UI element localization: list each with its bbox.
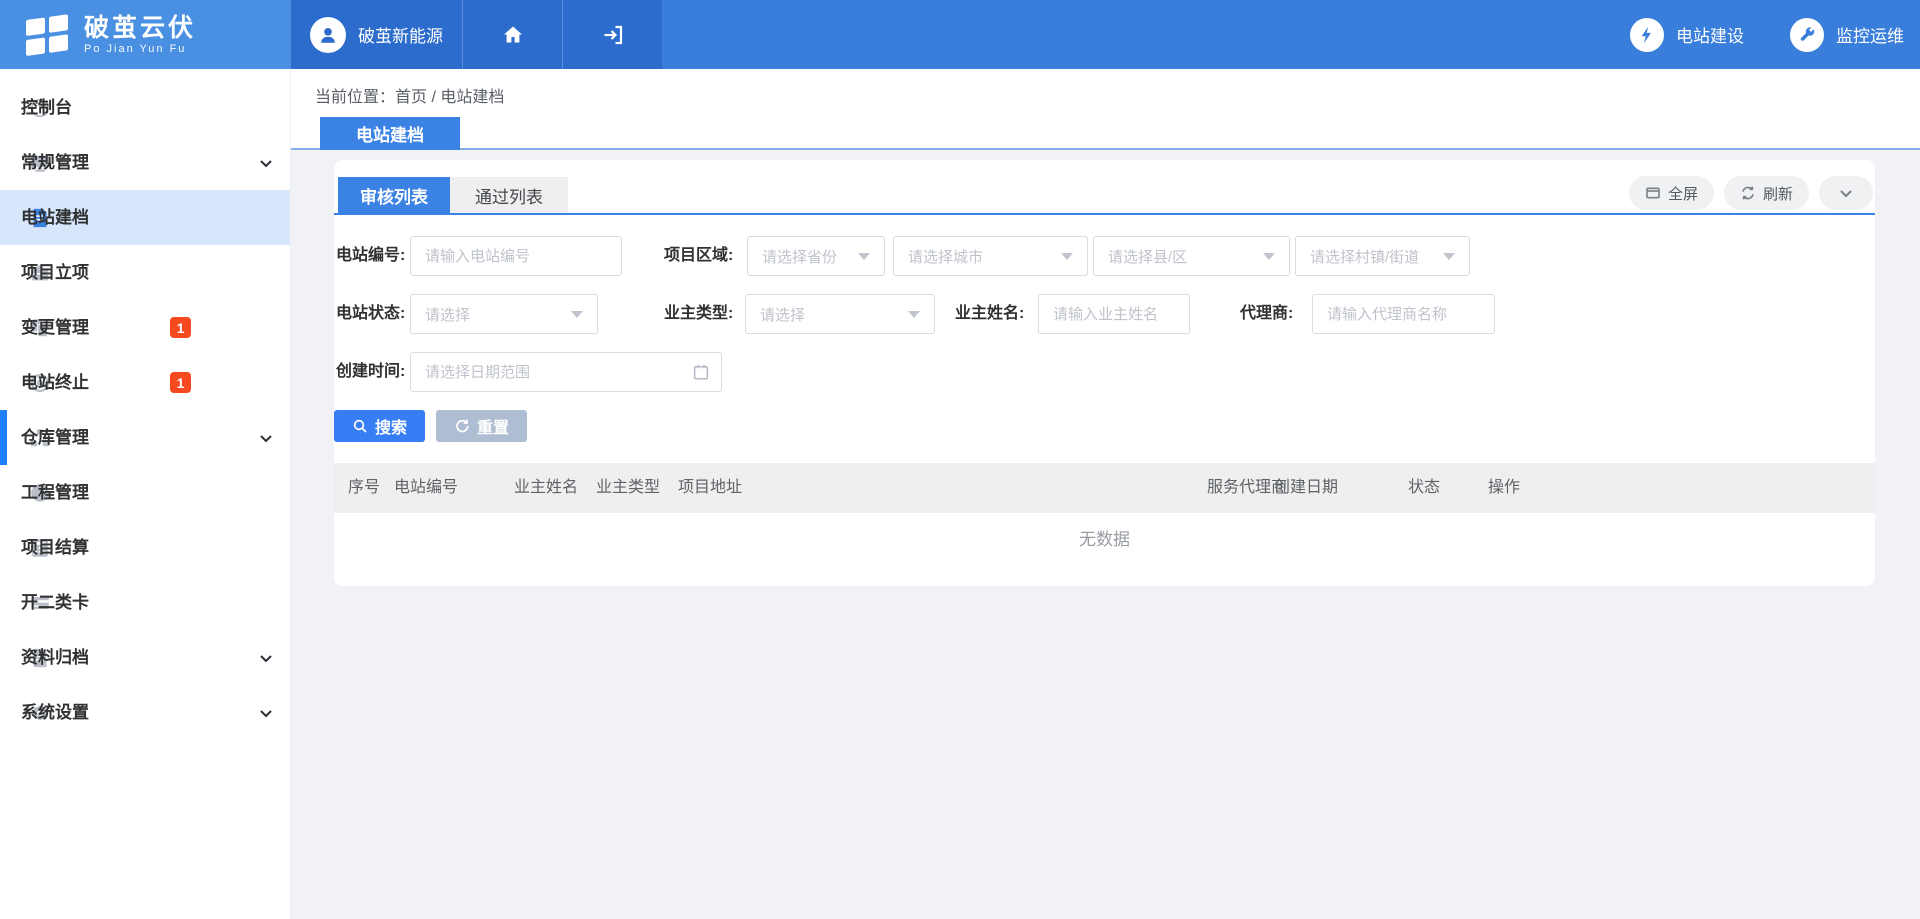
collapse-button[interactable] — [1819, 176, 1873, 210]
wrench-icon — [1790, 18, 1824, 52]
province-select[interactable]: 请选择省份 — [747, 236, 885, 276]
caret-down-icon — [908, 311, 920, 318]
project-region-label: 项目区域: — [664, 236, 733, 276]
nav-station-build[interactable]: 电站建设 — [1630, 18, 1744, 52]
refresh-button[interactable]: 刷新 — [1724, 176, 1809, 210]
header-middle: 破茧新能源 — [291, 0, 662, 69]
sidebar-item-change-mgmt[interactable]: 变更管理 1 — [0, 300, 290, 355]
sidebar-item-data-archive[interactable]: 资料归档 — [0, 630, 290, 685]
county-select[interactable]: 请选择县/区 — [1093, 236, 1290, 276]
col-owner-name: 业主姓名 — [514, 463, 578, 513]
table-header: 序号 电站编号 业主姓名 业主类型 项目地址 服务代理商 创建日期 状态 操作 — [334, 463, 1875, 513]
station-status-select[interactable]: 请选择 — [410, 294, 598, 334]
refresh-icon — [1740, 185, 1756, 201]
city-select[interactable]: 请选择城市 — [893, 236, 1088, 276]
nav-monitor-ops-label: 监控运维 — [1836, 22, 1904, 47]
village-select[interactable]: 请选择村镇/街道 — [1295, 236, 1470, 276]
caret-down-icon — [571, 311, 583, 318]
chevron-down-icon — [258, 705, 274, 721]
sidebar-item-project-settlement[interactable]: 项目结算 — [0, 520, 290, 575]
col-status: 状态 — [1408, 463, 1440, 513]
owner-name-label: 业主姓名: — [955, 294, 1024, 334]
page-tab-station-archive[interactable]: 电站建档 — [320, 117, 460, 150]
station-archive-panel: 审核列表 通过列表 全屏 刷新 — [334, 160, 1875, 586]
caret-down-icon — [1263, 253, 1275, 260]
sidebar-item-project-initiation[interactable]: 项目立项 — [0, 245, 290, 300]
breadcrumb-home[interactable]: 首页 — [395, 89, 427, 106]
station-code-input[interactable] — [410, 236, 622, 276]
create-time-input[interactable] — [410, 352, 722, 392]
breadcrumb-separator: / — [427, 89, 440, 106]
col-actions: 操作 — [1488, 463, 1520, 513]
chevron-down-icon — [1838, 185, 1854, 201]
sidebar-item-open-card[interactable]: 开二类卡 — [0, 575, 290, 630]
tabs-underline — [334, 213, 1875, 215]
change-mgmt-badge: 1 — [170, 317, 191, 338]
breadcrumb: 当前位置：首页 / 电站建档 — [315, 83, 504, 107]
user-menu[interactable]: 破茧新能源 — [291, 0, 462, 69]
create-time-label: 创建时间: — [336, 352, 405, 392]
caret-down-icon — [1061, 253, 1073, 260]
breadcrumb-strip: 当前位置：首页 / 电站建档 电站建档 — [291, 69, 1920, 150]
brand-subtitle: Po Jian Yun Fu — [84, 43, 196, 55]
station-status-label: 电站状态: — [336, 294, 405, 334]
owner-type-label: 业主类型: — [664, 294, 733, 334]
sidebar-item-system-settings[interactable]: 系统设置 — [0, 685, 290, 740]
user-avatar-icon — [310, 17, 346, 53]
brand-name: 破茧云伏 — [84, 15, 196, 41]
search-icon — [352, 418, 368, 434]
panel-tools: 全屏 刷新 — [1629, 176, 1873, 210]
col-owner-type: 业主类型 — [596, 463, 660, 513]
company-name: 破茧新能源 — [358, 22, 443, 47]
col-station-code: 电站编号 — [394, 463, 458, 513]
agent-label: 代理商: — [1240, 294, 1293, 334]
chevron-down-icon — [258, 650, 274, 666]
app-root: 破茧云伏 Po Jian Yun Fu 破茧新能源 — [0, 0, 1920, 919]
agent-input[interactable] — [1312, 294, 1495, 334]
fullscreen-button[interactable]: 全屏 — [1629, 176, 1714, 210]
owner-name-input[interactable] — [1038, 294, 1190, 334]
sidebar: 控制台 常规管理 电站建档 项目立项 — [0, 69, 291, 919]
owner-type-select[interactable]: 请选择 — [745, 294, 935, 334]
chevron-down-icon — [258, 430, 274, 446]
tab-passed-list[interactable]: 通过列表 — [450, 177, 568, 213]
search-button[interactable]: 搜索 — [334, 410, 425, 442]
reset-button[interactable]: 重置 — [436, 410, 527, 442]
reset-icon — [454, 418, 470, 434]
station-code-label: 电站编号: — [336, 236, 405, 276]
header-nav: 电站建设 监控运维 — [662, 0, 1920, 69]
top-header: 破茧云伏 Po Jian Yun Fu 破茧新能源 — [0, 0, 1920, 69]
chevron-down-icon — [258, 155, 274, 171]
lightning-icon — [1630, 18, 1664, 52]
nav-monitor-ops[interactable]: 监控运维 — [1790, 18, 1904, 52]
breadcrumb-current: 电站建档 — [440, 89, 504, 106]
logout-icon — [601, 23, 625, 47]
fullscreen-icon — [1645, 185, 1661, 201]
sidebar-item-station-archive[interactable]: 电站建档 — [0, 190, 290, 245]
col-create-date: 创建日期 — [1274, 463, 1338, 513]
brand-logo: 破茧云伏 Po Jian Yun Fu — [0, 0, 291, 69]
nav-station-build-label: 电站建设 — [1676, 22, 1744, 47]
home-icon — [501, 23, 525, 47]
panel-tabs: 审核列表 通过列表 — [338, 177, 568, 213]
main-content: 当前位置：首页 / 电站建档 电站建档 审核列表 通过列表 全屏 — [291, 69, 1920, 919]
sidebar-item-console[interactable]: 控制台 — [0, 80, 290, 135]
breadcrumb-prefix: 当前位置： — [315, 89, 395, 106]
sidebar-item-station-termination[interactable]: 电站终止 1 — [0, 355, 290, 410]
station-termination-badge: 1 — [170, 372, 191, 393]
col-index: 序号 — [348, 463, 380, 513]
tab-review-list[interactable]: 审核列表 — [338, 177, 450, 213]
empty-state-text: 无数据 — [334, 525, 1875, 550]
home-button[interactable] — [462, 0, 562, 69]
logout-button[interactable] — [562, 0, 662, 69]
sidebar-item-warehouse-mgmt[interactable]: 仓库管理 — [0, 410, 290, 465]
col-address: 项目地址 — [678, 463, 742, 513]
filter-actions: 搜索 重置 — [334, 410, 527, 442]
sidebar-item-engineering-mgmt[interactable]: 工程管理 — [0, 465, 290, 520]
calendar-icon — [692, 363, 710, 381]
caret-down-icon — [858, 253, 870, 260]
sidebar-item-general-mgmt[interactable]: 常规管理 — [0, 135, 290, 190]
brand-logo-icon — [26, 13, 70, 57]
caret-down-icon — [1443, 253, 1455, 260]
